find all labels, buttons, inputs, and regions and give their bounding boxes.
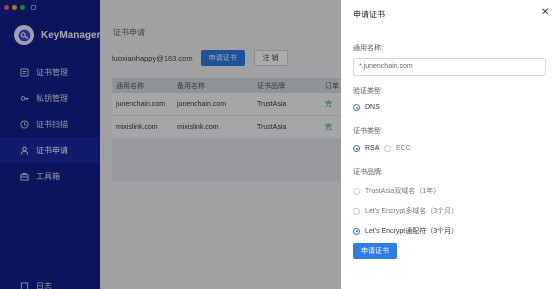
radio-label: Let's Encrypt多域名（3个月） (365, 208, 459, 215)
drawer-title: 申请证书 (353, 10, 385, 19)
radio-button[interactable] (353, 104, 360, 111)
radio-button[interactable] (353, 187, 360, 195)
radio-letsencrypt-multi[interactable]: Let's Encrypt多域名（3个月） (353, 206, 458, 216)
submit-apply-button[interactable]: 申请证书 (353, 243, 397, 259)
radio-rsa[interactable]: RSA (353, 145, 379, 152)
radio-button[interactable] (353, 227, 360, 235)
radio-trustasia[interactable]: TrustAsia双域名（1年） (353, 186, 440, 196)
common-name-input[interactable]: *.junenchain.com (353, 58, 546, 76)
verify-type-label: 验证类型: (353, 88, 383, 95)
radio-button[interactable] (353, 207, 360, 215)
radio-letsencrypt-wildcard[interactable]: Let's Encrypt通配符（3个月） (353, 226, 458, 236)
radio-button[interactable] (384, 145, 391, 152)
radio-label: ECC (396, 145, 411, 152)
radio-dns[interactable]: DNS (353, 104, 380, 111)
modal-overlay[interactable] (0, 0, 341, 289)
common-name-label: 通用名称: (353, 45, 383, 52)
radio-label: DNS (365, 104, 380, 111)
cert-type-label: 证书类型: (353, 128, 383, 135)
radio-label: TrustAsia双域名（1年） (365, 188, 441, 195)
radio-ecc[interactable]: ECC (384, 145, 411, 152)
close-icon[interactable]: ✕ (541, 7, 549, 18)
cert-brand-label: 证书品牌: (353, 169, 383, 176)
radio-label: Let's Encrypt通配符（3个月） (365, 228, 459, 235)
radio-label: RSA (365, 145, 380, 152)
apply-cert-drawer: 申请证书 ✕ 通用名称: *.junenchain.com 验证类型: DNS … (341, 0, 554, 289)
radio-button[interactable] (353, 145, 360, 152)
